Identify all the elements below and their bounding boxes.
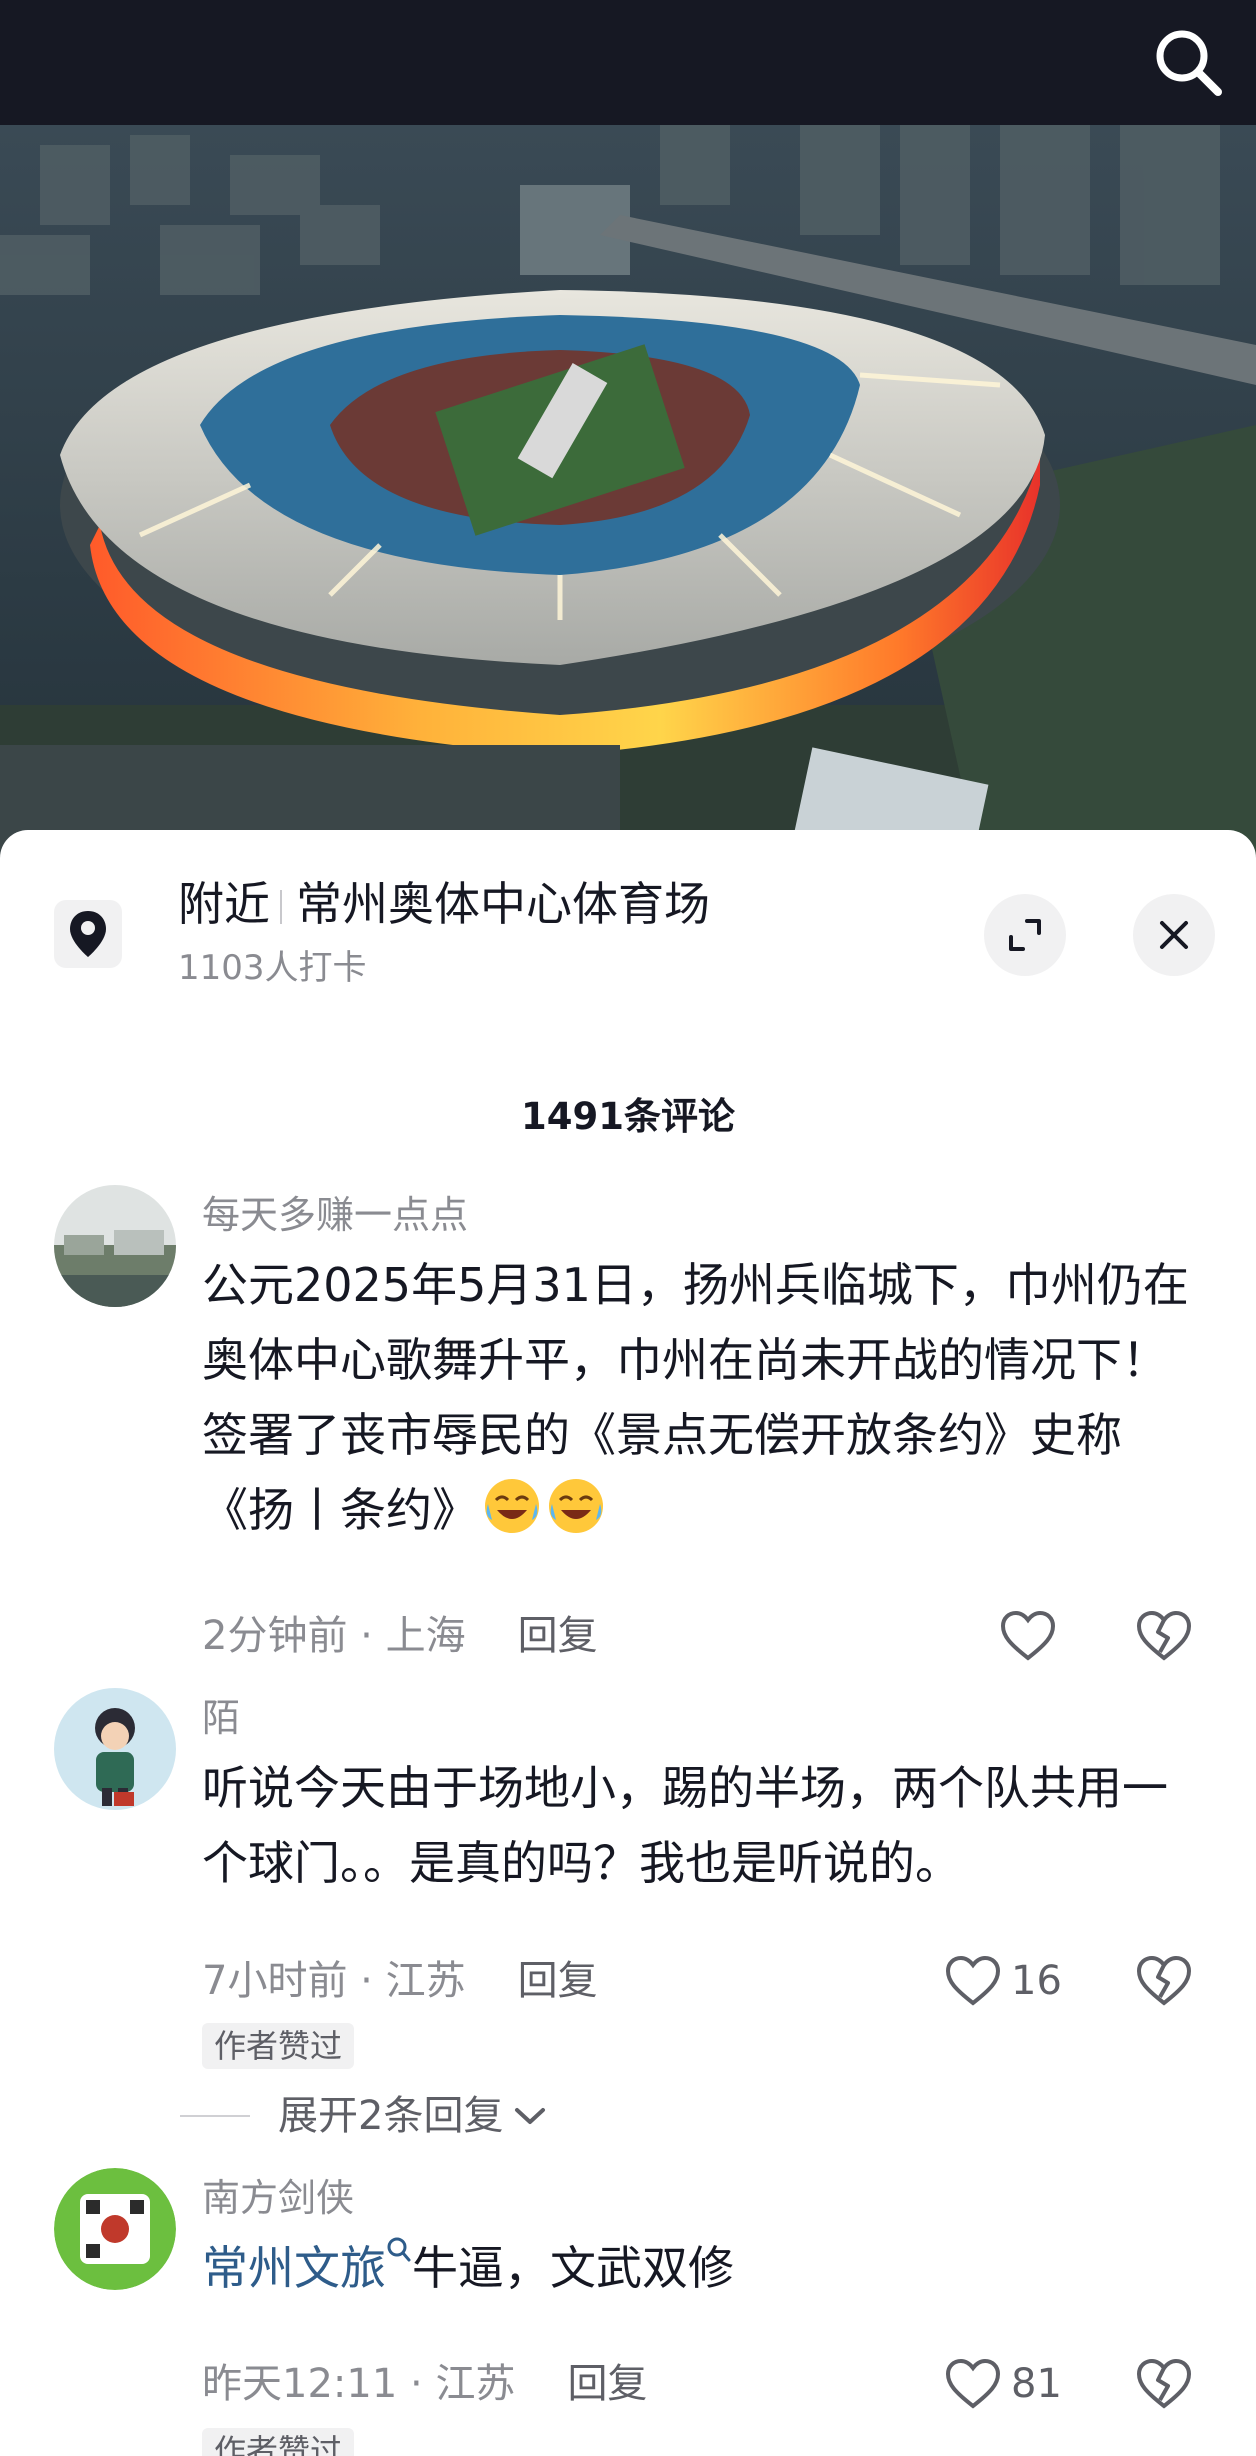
comment-username[interactable]: 南方剑侠 xyxy=(202,2173,354,2223)
comment-location: 上海 xyxy=(385,1613,466,1659)
heart-icon xyxy=(945,1955,1001,2006)
avatar[interactable] xyxy=(54,1688,176,1810)
search-icon xyxy=(1156,30,1222,96)
author-liked-badge: 作者赞过 xyxy=(202,2428,355,2456)
nearby-label: 附近 xyxy=(178,877,270,931)
comment-count: 1491条评论 xyxy=(521,1095,735,1138)
location-pin-icon xyxy=(70,911,106,957)
location-title[interactable]: 附近 常州奥体中心体育场 xyxy=(178,874,710,934)
comment-body: 牛逼，文武双修 xyxy=(412,2241,734,2295)
close-button[interactable] xyxy=(1133,894,1215,976)
location-badge[interactable] xyxy=(54,900,122,968)
comment-username[interactable]: 陌 xyxy=(202,1693,240,1743)
expand-replies-button[interactable]: 展开2条回复 xyxy=(180,2090,547,2142)
author-liked-badge: 作者赞过 xyxy=(202,2023,355,2069)
like-count: 16 xyxy=(1011,1958,1062,2004)
comment-time: 7小时前 xyxy=(202,1958,348,2004)
comment-sheet: 附近 常州奥体中心体育场 1103人打卡 1491条评论 每天多赚一点点 公元20… xyxy=(0,830,1256,2456)
dislike-button[interactable] xyxy=(1136,2358,1192,2410)
comment-location: 江苏 xyxy=(435,2361,516,2407)
dislike-button[interactable] xyxy=(1136,1610,1192,1662)
place-name: 常州奥体中心体育场 xyxy=(296,877,710,931)
top-bar xyxy=(0,0,1256,125)
like-count: 81 xyxy=(1011,2361,1062,2407)
comment-username[interactable]: 每天多赚一点点 xyxy=(202,1190,468,1240)
reply-button[interactable]: 回复 xyxy=(518,1613,598,1659)
heart-icon xyxy=(1000,1610,1056,1661)
broken-heart-icon xyxy=(1136,2358,1192,2409)
comment-meta: 昨天12:11 · 江苏 回复 xyxy=(202,2361,648,2407)
search-button[interactable] xyxy=(1148,22,1228,102)
reply-button[interactable]: 回复 xyxy=(518,1958,598,2004)
divider-line xyxy=(180,2115,250,2117)
like-button[interactable] xyxy=(1000,1610,1066,1662)
dislike-button[interactable] xyxy=(1136,1955,1192,2007)
avatar[interactable] xyxy=(54,2168,176,2290)
comment-time: 2分钟前 xyxy=(202,1613,348,1659)
comment-location: 江苏 xyxy=(385,1958,466,2004)
like-button[interactable]: 81 xyxy=(945,2358,1062,2410)
title-divider xyxy=(280,890,282,924)
expand-button[interactable] xyxy=(984,894,1066,976)
comment-text: 听说今天由于场地小，踢的半场，两个队共用一个球门。。是真的吗？我也是听说的。 xyxy=(202,1761,1168,1890)
avatar[interactable] xyxy=(54,1185,176,1307)
laugh-cry-emoji xyxy=(549,1479,603,1533)
chevron-down-icon xyxy=(515,2108,546,2124)
broken-heart-icon xyxy=(1136,1610,1192,1661)
comment-meta: 2分钟前 · 上海 回复 xyxy=(202,1613,598,1659)
broken-heart-icon xyxy=(1136,1955,1192,2006)
mention-link[interactable]: 常州文旅 xyxy=(202,2241,386,2295)
laugh-cry-emoji xyxy=(485,1479,539,1533)
stadium-photo xyxy=(0,125,1256,865)
expand-replies-label: 展开2条回复 xyxy=(278,2093,504,2139)
close-icon xyxy=(1160,921,1188,949)
checkin-count: 1103人打卡 xyxy=(178,948,367,988)
comment-meta: 7小时前 · 江苏 回复 xyxy=(202,1958,598,2004)
expand-icon xyxy=(1009,919,1041,951)
comment-text: 常州文旅 牛逼，文武双修 xyxy=(202,2231,1202,2306)
comment-text: 公元2025年5月31日，扬州兵临城下，巾州仍在奥体中心歌舞升平，巾州在尚未开战… xyxy=(202,1248,1202,1548)
heart-icon xyxy=(945,2358,1001,2409)
reply-button[interactable]: 回复 xyxy=(567,2361,647,2407)
search-icon[interactable] xyxy=(386,2236,412,2266)
like-button[interactable]: 16 xyxy=(945,1955,1062,2007)
comment-time: 昨天12:11 xyxy=(202,2361,398,2407)
comment-body: 公元2025年5月31日，扬州兵临城下，巾州仍在奥体中心歌舞升平，巾州在尚未开战… xyxy=(202,1258,1189,1537)
